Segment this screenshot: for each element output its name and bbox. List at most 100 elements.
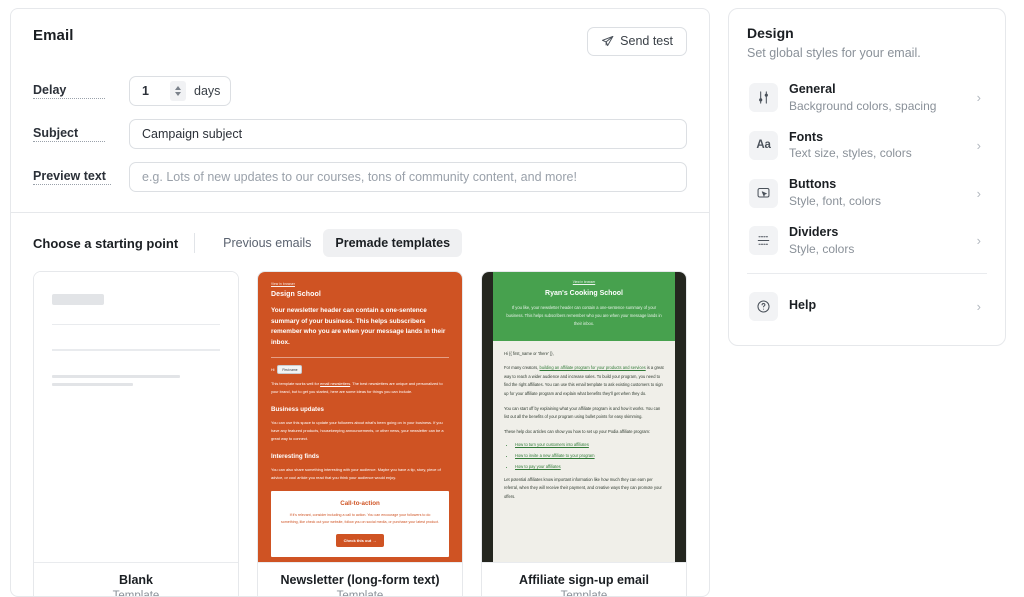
skeleton-block [52,294,104,305]
template-footer-newsletter: Newsletter (long-form text) Template [258,562,462,596]
email-editor-page: Email Send test Delay 1 days Subject Cam… [0,0,1024,597]
delay-value[interactable]: 1 [142,84,162,98]
tab-premade-templates[interactable]: Premade templates [323,229,463,257]
starting-point-panel: Choose a starting point Previous emails … [10,212,710,597]
preview-link-list: How to turn your customers into affiliat… [504,442,664,469]
delay-label: Delay [33,83,105,99]
design-options-list: General Background colors, spacing › Aa … [743,74,991,331]
list-item: How to turn your customers into affiliat… [515,442,664,448]
preview-cta-block: Call-to-action If it's relevant, conside… [271,491,449,558]
preview-section1-body: You can use this space to update your fo… [271,420,444,442]
delay-stepper[interactable]: 1 days [129,76,232,106]
preview-cta-title: Call-to-action [340,500,380,508]
preview-paragraph-1: For many creators, building an affiliate… [504,364,664,398]
template-name: Affiliate sign-up email [519,573,649,587]
main-column: Email Send test Delay 1 days Subject Cam… [10,8,710,597]
p1-link: building an affiliate program for your p… [539,365,646,371]
preview-greeting-row: Hi First name [271,365,449,375]
chevron-right-icon: › [976,90,981,106]
divider-icon [749,226,778,256]
sidebar-item-label: Dividers [789,224,839,239]
template-card-affiliate[interactable]: View in browser Ryan's Cooking School If… [481,271,687,597]
delay-unit: days [194,84,221,98]
skeleton-line [52,374,180,378]
preview-text-row: Preview text [33,162,687,192]
email-fields: Delay 1 days Subject Preview [33,76,687,192]
chevron-right-icon: › [976,233,981,249]
tab-previous-emails[interactable]: Previous emails [211,229,323,257]
page-title: Email [33,27,74,44]
preview-text-input[interactable] [129,162,687,192]
question-circle-icon [749,291,778,321]
sidebar-item-texts: Fonts Text size, styles, colors [789,130,966,162]
template-card-newsletter[interactable]: View in browser Design School Your newsl… [257,271,463,596]
sidebar-item-texts: Buttons Style, font, colors [789,177,966,209]
template-subtitle: Template [112,590,160,597]
preview-paragraph-4: Let potential affiliates know important … [504,476,662,499]
send-test-label: Send test [620,34,673,49]
preview-section2-title: Interesting finds [271,453,320,461]
preview-headline: Your newsletter header can contain a one… [271,307,446,346]
sidebar-divider [747,272,987,274]
preview-preheader: View in browser [271,282,295,286]
preview-hero: View in browser Ryan's Cooking School If… [493,272,675,341]
sidebar-item-texts: General Background colors, spacing [789,82,966,114]
preview-merge-chip: First name [277,365,303,375]
sidebar-item-fonts[interactable]: Aa Fonts Text size, styles, colors › [743,122,991,170]
sidebar-item-desc: Style, colors [789,241,855,256]
preview-subhead: If you like, your newsletter header can … [506,305,662,327]
design-subtitle: Set global styles for your email. [747,46,921,60]
preview-brand: Design School [271,291,321,298]
chevron-right-icon: › [976,298,981,314]
paper-plane-icon [601,35,614,48]
newsletter-email-preview: View in browser Design School Your newsl… [258,272,462,562]
delay-row: Delay 1 days [33,76,687,106]
sidebar-item-help[interactable]: Help › [743,282,991,331]
preview-text-label: Preview text [33,169,111,185]
chevron-right-icon: › [976,137,981,153]
starting-point-title: Choose a starting point [33,235,179,251]
preview-brand: Ryan's Cooking School [545,290,623,297]
sidebar-item-texts: Dividers Style, colors [789,225,966,257]
skeleton-line [52,324,220,326]
p1-before: For many creators, [504,365,540,371]
template-footer-affiliate: Affiliate sign-up email Template [482,562,686,597]
template-footer-blank: Blank Template [34,562,238,597]
preview-section2-body: You can also share something interesting… [271,467,441,481]
preview-intro: This template works well for email newsl… [271,380,449,396]
blank-skeleton [34,272,238,408]
preview-intro-link: email newsletters [320,381,351,387]
affiliate-email-preview: View in browser Ryan's Cooking School If… [482,272,686,562]
header-divider [194,233,196,253]
sidebar-item-label: General [789,82,836,96]
sidebar-item-desc: Background colors, spacing [789,98,937,113]
email-settings-panel: Email Send test Delay 1 days Subject Cam… [10,8,710,212]
sidebar-item-label: Buttons [789,177,837,192]
sidebar-item-buttons[interactable]: Buttons Style, font, colors › [743,169,991,217]
preview-body: View in browser Ryan's Cooking School If… [493,272,675,562]
sidebar-item-general[interactable]: General Background colors, spacing › [743,74,991,122]
button-cursor-icon [749,178,778,208]
template-subtitle: Template [560,590,608,597]
template-name: Blank [118,573,154,587]
template-preview-affiliate: View in browser Ryan's Cooking School If… [482,272,686,562]
subject-input[interactable] [129,119,687,149]
preview-section1-title: Business updates [271,406,324,414]
preview-paragraph-2: You can start off by explaining what you… [504,405,661,420]
sidebar-item-dividers[interactable]: Dividers Style, colors › [743,217,991,265]
starting-point-header: Choose a starting point Previous emails … [33,229,687,257]
preview-content: Hi {{ first_name or 'there' }}, For many… [493,340,675,562]
preview-cta-body: If it's relevant, consider including a c… [281,513,440,525]
send-test-button[interactable]: Send test [587,27,687,56]
preview-preheader: View in browser [572,280,596,284]
delay-spinner-icon[interactable] [170,81,186,101]
preview-greeting: Hi {{ first_name or 'there' }}, [504,350,554,356]
preview-cta-button: Check this out → [335,534,385,548]
design-sidebar: Design Set global styles for your email.… [728,8,1006,346]
template-card-blank[interactable]: Blank Template [33,271,239,597]
skeleton-line [52,382,133,386]
preview-greeting: Hi [271,367,275,372]
preview-divider [271,357,449,359]
skeleton-line [52,349,220,351]
template-preview-newsletter: View in browser Design School Your newsl… [258,272,462,562]
